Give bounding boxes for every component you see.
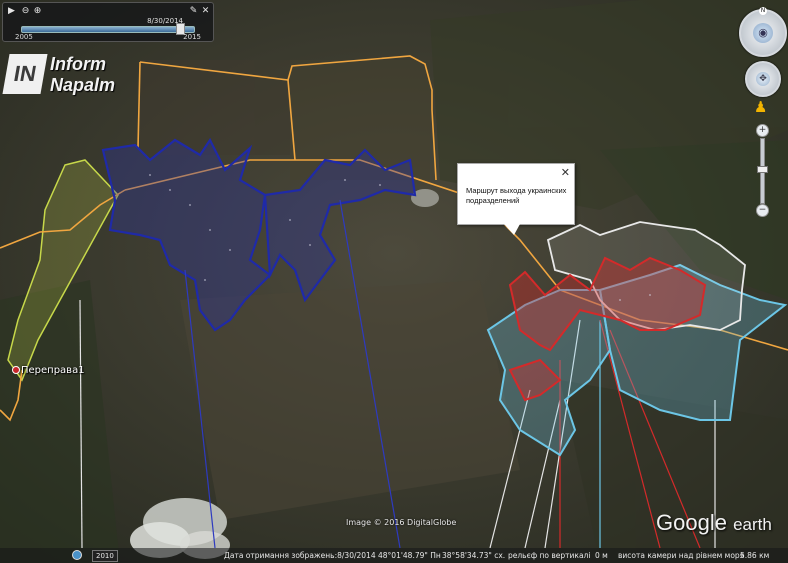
logo-mark: IN (2, 54, 48, 94)
wrench-icon[interactable]: ✎ (189, 7, 198, 16)
zoom-knob[interactable] (757, 166, 768, 173)
historical-imagery-icon[interactable] (72, 550, 82, 560)
zoom-plus-button[interactable]: + (756, 124, 769, 137)
status-bar: 2010 Дата отримання зображень:8/30/2014 … (0, 548, 788, 563)
imagery-credit: Image © 2016 DigitalGlobe (346, 518, 457, 527)
time-slider-panel[interactable]: ▶ ⊖ ⊕ ✎ ✕ 8/30/2014 2005 2015 (2, 2, 214, 42)
info-balloon[interactable]: ✕ Маршрут выхода украинских подразделени… (457, 163, 575, 235)
close-icon[interactable]: ✕ (561, 166, 570, 179)
imagery-date: Дата отримання зображень:8/30/2014 (224, 551, 376, 560)
pegman-icon[interactable]: ♟ (754, 98, 767, 116)
look-icon[interactable]: ◉ (753, 23, 773, 43)
zoom-in-icon[interactable]: ⊕ (33, 7, 42, 16)
elevation-label: рельєф по вертикалі (508, 551, 591, 560)
elevation-value: 0 м (595, 551, 608, 560)
logo-line2: Napalm (50, 75, 116, 95)
latitude: 48°01'48.79" Пн (378, 551, 441, 560)
zoom-slider[interactable]: + − (756, 124, 769, 217)
informnapalm-logo: IN Inform Napalm (2, 54, 146, 98)
logo-line1: Inform (50, 54, 106, 74)
time-track[interactable] (21, 26, 195, 33)
brand-google: Google (656, 510, 727, 535)
placemark-label: Переправа1 (21, 365, 85, 376)
end-year: 2015 (183, 33, 201, 41)
google-earth-logo: Google earth (656, 510, 772, 536)
balloon-tail (504, 224, 520, 235)
balloon-text: Маршрут выхода украинских подразделений (466, 186, 567, 205)
brand-earth: earth (733, 515, 772, 534)
start-year: 2005 (15, 33, 33, 41)
zoom-minus-button[interactable]: − (756, 204, 769, 217)
eye-alt-value: 5.86 км (740, 551, 770, 560)
historical-year[interactable]: 2010 (92, 550, 118, 562)
play-icon[interactable]: ▶ (7, 7, 16, 16)
placemark-crossing[interactable]: Переправа1 (12, 365, 85, 376)
pan-icon[interactable]: ✥ (745, 61, 781, 97)
eye-alt-label: висота камери над рівнем моря (618, 551, 745, 560)
zoom-out-icon[interactable]: ⊖ (21, 7, 30, 16)
pan-center[interactable]: ✥ (756, 72, 770, 86)
close-icon[interactable]: ✕ (201, 7, 210, 16)
compass-icon[interactable]: N ◉ (739, 7, 787, 57)
placemark-icon[interactable] (12, 366, 20, 374)
north-indicator[interactable]: N (759, 7, 767, 15)
longitude: 38°58'34.73" сх. (442, 551, 506, 560)
